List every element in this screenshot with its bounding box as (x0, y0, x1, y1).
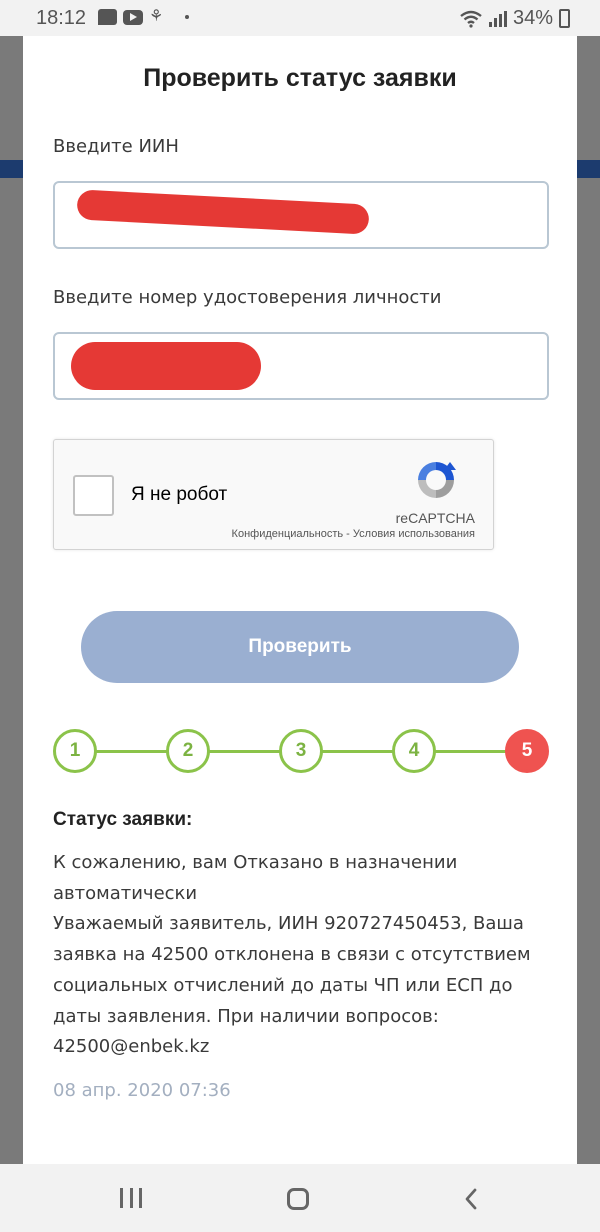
youtube-icon (123, 9, 143, 25)
step-1: 1 (53, 729, 97, 773)
status-check-modal: Проверить статус заявки Введите ИИН Введ… (23, 36, 577, 1164)
home-icon[interactable] (287, 1188, 309, 1210)
redacted-value (71, 342, 261, 390)
status-date: 08 апр. 2020 07:36 (53, 1080, 231, 1101)
message-icon (98, 9, 117, 25)
more-notifications-dot (185, 15, 189, 19)
recent-apps-icon[interactable] (120, 1188, 142, 1208)
status-result-line: К сожалению, вам Отказано в назначении а… (53, 852, 458, 904)
recaptcha-logo-icon (418, 462, 456, 498)
app-icon: ⚘ (149, 8, 164, 25)
navigation-bar (0, 1164, 600, 1232)
step-5: 5 (505, 729, 549, 773)
redacted-value (76, 189, 370, 235)
back-icon[interactable] (460, 1187, 484, 1211)
step-2: 2 (166, 729, 210, 773)
wifi-icon (460, 10, 482, 28)
step-4: 4 (392, 729, 436, 773)
battery-percent: 34% (512, 7, 553, 29)
recaptcha-brand: reCAPTCHA (395, 510, 475, 526)
recaptcha-privacy-terms-links[interactable]: Конфиденциальность - Условия использован… (232, 528, 475, 540)
status-message: К сожалению, вам Отказано в назначении а… (53, 848, 553, 1063)
recaptcha-widget: Я не робот reCAPTCHA Конфиденциальность … (53, 439, 494, 550)
check-button[interactable]: Проверить (81, 611, 519, 683)
status-bar: 18:12 ⚘ 34% (0, 0, 600, 36)
status-details: Уважаемый заявитель, ИИН 920727450453, В… (53, 913, 531, 1058)
clock: 18:12 (36, 7, 87, 29)
status-heading: Статус заявки: (53, 809, 193, 830)
step-3: 3 (279, 729, 323, 773)
battery-icon (559, 9, 570, 28)
progress-stepper: 1 2 3 4 5 (53, 729, 549, 773)
id-number-label: Введите номер удостоверения личности (53, 287, 442, 308)
notification-icons: ⚘ (98, 8, 189, 26)
iin-input[interactable] (53, 181, 549, 249)
recaptcha-checkbox[interactable] (73, 475, 114, 516)
signal-icon (488, 10, 507, 27)
iin-label: Введите ИИН (53, 136, 179, 157)
id-number-input[interactable] (53, 332, 549, 400)
system-icons: 34% (459, 7, 570, 30)
modal-title: Проверить статус заявки (143, 64, 457, 92)
recaptcha-label: Я не робот (131, 484, 228, 505)
